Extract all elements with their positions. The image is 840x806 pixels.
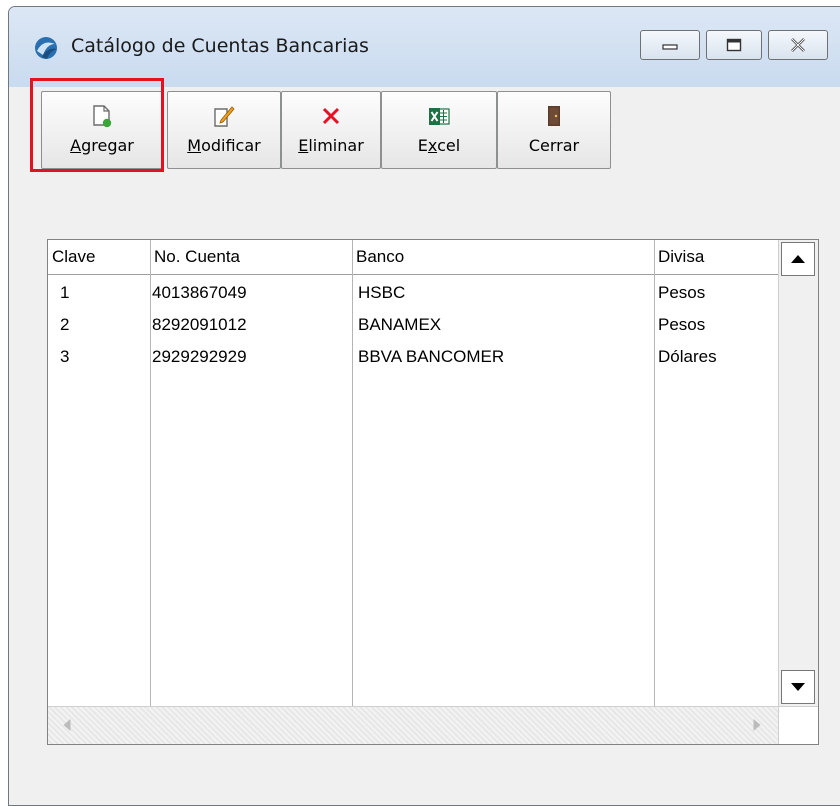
scroll-up-button[interactable] bbox=[781, 242, 815, 276]
excel-button-label: Excel bbox=[417, 136, 461, 155]
delete-x-icon bbox=[322, 107, 340, 125]
cell-cuenta: 8292091012 bbox=[152, 315, 247, 334]
arrow-up-icon bbox=[791, 255, 805, 263]
cell-banco: BANAMEX bbox=[358, 315, 442, 334]
scroll-down-button[interactable] bbox=[781, 670, 815, 704]
table-row[interactable]: 1 4013867049 HSBC Pesos bbox=[48, 277, 778, 309]
excel-icon bbox=[429, 108, 450, 125]
delete-button[interactable]: Eliminar bbox=[281, 91, 381, 169]
cell-divisa: Pesos bbox=[658, 283, 706, 302]
catalog-window: Catálogo de Cuentas Bancarias Agregar Mo… bbox=[8, 6, 840, 806]
cell-divisa: Pesos bbox=[658, 315, 706, 334]
delete-button-label: Eliminar bbox=[298, 136, 364, 155]
app-logo-icon bbox=[35, 37, 57, 59]
column-header-divisa[interactable]: Divisa bbox=[654, 240, 778, 274]
close-icon bbox=[791, 38, 805, 52]
cell-divisa: Dólares bbox=[658, 347, 717, 366]
horizontal-scrollbar[interactable] bbox=[48, 706, 778, 744]
maximize-button[interactable] bbox=[706, 30, 762, 60]
arrow-down-icon bbox=[791, 683, 805, 691]
client-area: Agregar Modificar Eliminar Excel Cerrar … bbox=[9, 87, 840, 805]
close-button[interactable] bbox=[768, 30, 828, 60]
cell-clave: 3 bbox=[60, 347, 70, 366]
cell-banco: HSBC bbox=[358, 283, 406, 302]
add-button[interactable]: Agregar bbox=[41, 91, 163, 169]
column-header-cuenta[interactable]: No. Cuenta bbox=[150, 240, 352, 274]
vertical-scrollbar[interactable] bbox=[778, 240, 818, 706]
excel-button[interactable]: Excel bbox=[381, 91, 497, 169]
grid-header: Clave No. Cuenta Banco Divisa bbox=[48, 240, 778, 275]
arrow-left-icon bbox=[63, 719, 71, 731]
modify-button[interactable]: Modificar bbox=[167, 91, 281, 169]
title-bar[interactable]: Catálogo de Cuentas Bancarias bbox=[9, 7, 840, 87]
edit-icon bbox=[214, 106, 235, 127]
maximize-icon bbox=[726, 38, 742, 52]
table-row[interactable]: 2 8292091012 BANAMEX Pesos bbox=[48, 309, 778, 341]
scrollbar-corner bbox=[778, 706, 818, 744]
modify-button-label: Modificar bbox=[187, 136, 261, 155]
scroll-left-button[interactable] bbox=[50, 709, 84, 741]
door-icon bbox=[548, 106, 560, 126]
cell-banco: BBVA BANCOMER bbox=[358, 347, 505, 366]
add-button-label: Agregar bbox=[70, 136, 134, 155]
cell-clave: 2 bbox=[60, 315, 70, 334]
accounts-grid[interactable]: Clave No. Cuenta Banco Divisa 1 40138670… bbox=[47, 239, 819, 745]
cell-cuenta: 2929292929 bbox=[152, 347, 247, 366]
close-window-button[interactable]: Cerrar bbox=[497, 91, 611, 169]
cell-cuenta: 4013867049 bbox=[152, 283, 247, 302]
table-row[interactable]: 3 2929292929 BBVA BANCOMER Dólares bbox=[48, 341, 778, 373]
column-header-clave[interactable]: Clave bbox=[48, 240, 150, 274]
window-title: Catálogo de Cuentas Bancarias bbox=[71, 35, 369, 57]
scroll-right-button[interactable] bbox=[740, 709, 774, 741]
new-document-icon bbox=[93, 105, 112, 128]
minimize-button[interactable] bbox=[640, 30, 700, 60]
minimize-icon bbox=[662, 44, 678, 50]
column-header-banco[interactable]: Banco bbox=[352, 240, 654, 274]
cell-clave: 1 bbox=[60, 283, 70, 302]
close-window-button-label: Cerrar bbox=[528, 136, 580, 155]
arrow-right-icon bbox=[753, 719, 761, 731]
